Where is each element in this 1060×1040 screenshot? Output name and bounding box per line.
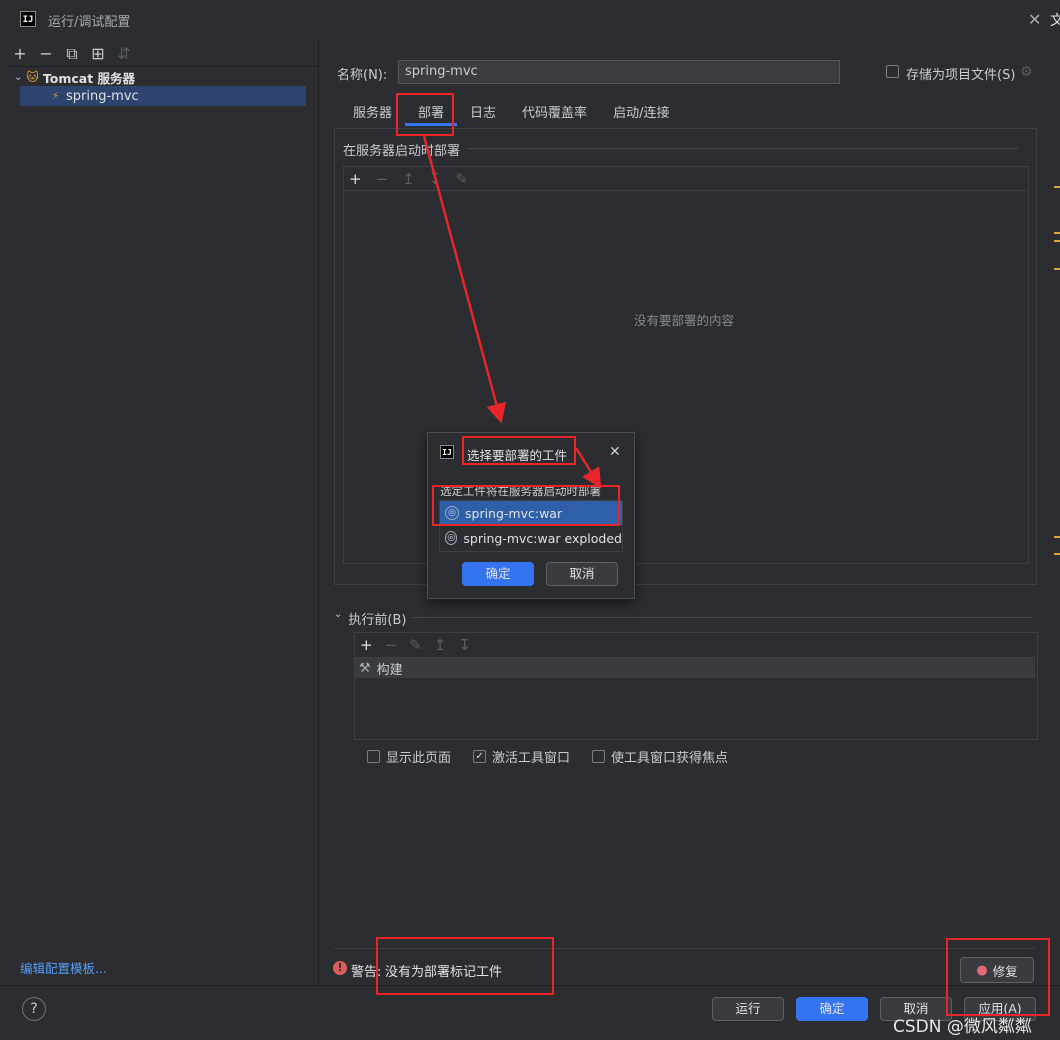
annotation-arrow <box>422 135 507 424</box>
annotation-arrow <box>574 447 602 489</box>
annotation-arrows <box>422 135 602 489</box>
watermark: CSDN @微风粼粼 <box>893 1017 1032 1037</box>
